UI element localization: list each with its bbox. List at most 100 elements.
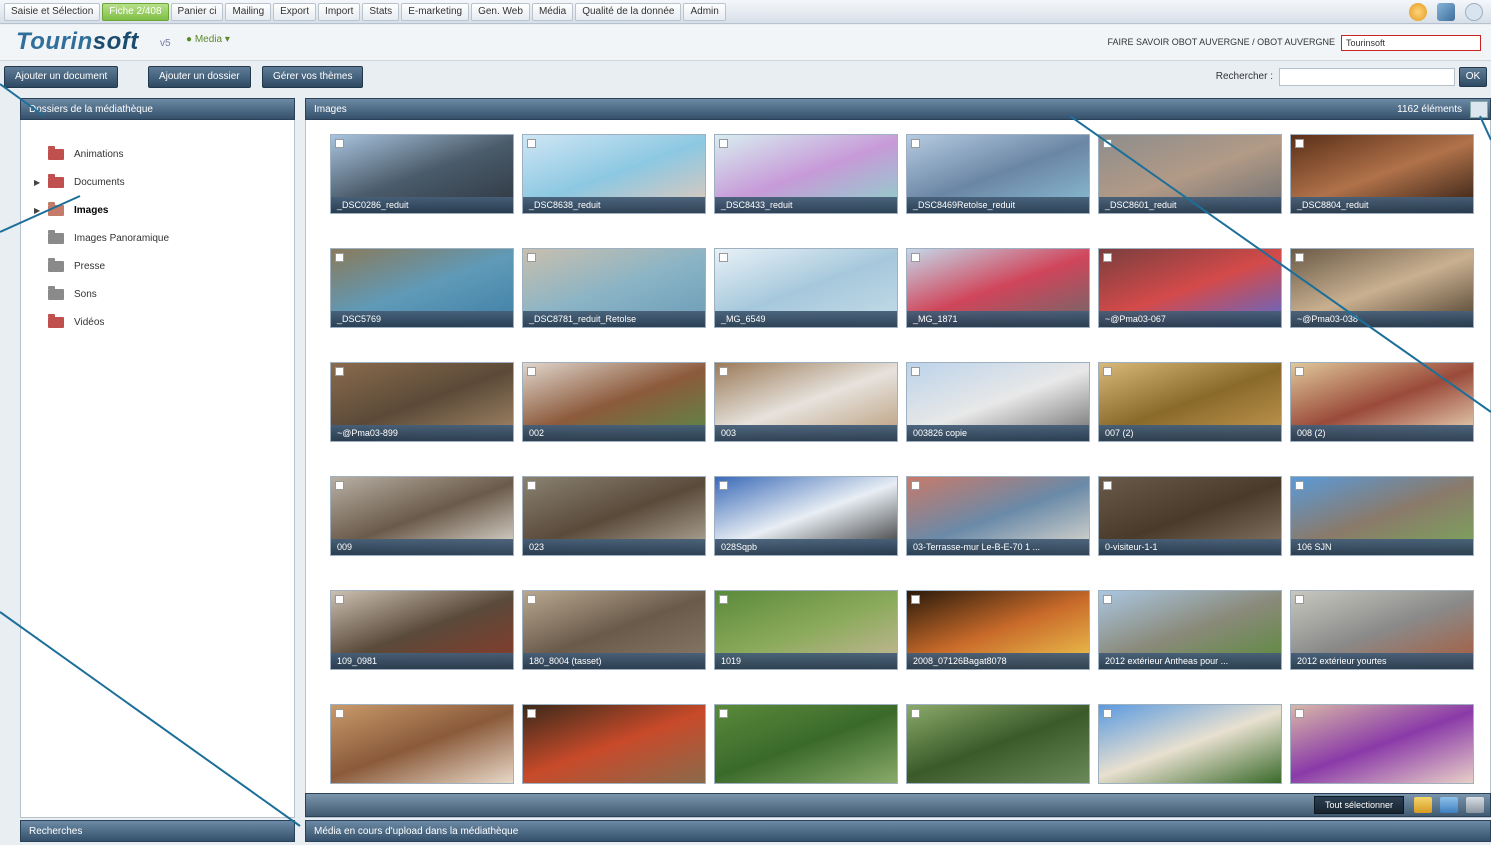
thumbnail-checkbox[interactable] xyxy=(719,367,728,376)
image-thumbnail[interactable] xyxy=(522,704,706,784)
image-thumbnail[interactable]: 2008_07126Bagat8078 xyxy=(906,590,1090,670)
thumbnail-checkbox[interactable] xyxy=(1295,481,1304,490)
notification-icon[interactable] xyxy=(1409,3,1427,21)
move-folder-icon[interactable] xyxy=(1414,797,1432,813)
folder-item[interactable]: Animations xyxy=(48,140,169,168)
image-thumbnail[interactable]: 106 SJN xyxy=(1290,476,1474,556)
thumbnail-checkbox[interactable] xyxy=(911,367,920,376)
thumbnail-checkbox[interactable] xyxy=(719,253,728,262)
image-thumbnail[interactable]: _DSC8638_reduit xyxy=(522,134,706,214)
thumbnail-checkbox[interactable] xyxy=(1295,595,1304,604)
image-thumbnail[interactable]: _DSC5769 xyxy=(330,248,514,328)
context-select[interactable]: Tourinsoft xyxy=(1341,35,1481,51)
thumbnail-checkbox[interactable] xyxy=(1103,367,1112,376)
thumbnail-checkbox[interactable] xyxy=(911,709,920,718)
thumbnail-checkbox[interactable] xyxy=(911,253,920,262)
thumbnail-checkbox[interactable] xyxy=(1103,253,1112,262)
add-folder-button[interactable]: Ajouter un dossier xyxy=(148,66,251,88)
thumbnail-checkbox[interactable] xyxy=(335,367,344,376)
menu-item[interactable]: Fiche 2/408 xyxy=(102,2,169,21)
upload-section-header[interactable]: Média en cours d'upload dans la médiathè… xyxy=(305,820,1491,842)
menu-item[interactable]: Mailing xyxy=(225,2,272,21)
image-thumbnail[interactable]: 109_0981 xyxy=(330,590,514,670)
image-thumbnail[interactable]: _MG_1871 xyxy=(906,248,1090,328)
image-thumbnail[interactable]: _DSC0286_reduit xyxy=(330,134,514,214)
image-thumbnail[interactable]: 009 xyxy=(330,476,514,556)
thumbnail-checkbox[interactable] xyxy=(719,481,728,490)
thumbnail-checkbox[interactable] xyxy=(719,139,728,148)
image-thumbnail[interactable]: 0-visiteur-1-1 xyxy=(1098,476,1282,556)
tools-icon[interactable] xyxy=(1437,3,1455,21)
thumbnail-checkbox[interactable] xyxy=(1103,481,1112,490)
image-thumbnail[interactable] xyxy=(1098,704,1282,784)
expand-arrow-icon[interactable]: ▶ xyxy=(34,178,40,187)
menu-item[interactable]: Gen. Web xyxy=(471,2,530,21)
image-thumbnail[interactable]: 180_8004 (tasset) xyxy=(522,590,706,670)
thumbnail-checkbox[interactable] xyxy=(911,481,920,490)
thumbnail-checkbox[interactable] xyxy=(335,709,344,718)
select-all-button[interactable]: Tout sélectionner xyxy=(1313,796,1404,814)
menu-item[interactable]: Stats xyxy=(362,2,400,21)
image-thumbnail[interactable]: ~@Pma03-067 xyxy=(1098,248,1282,328)
image-thumbnail[interactable]: ~@Pma03-899 xyxy=(330,362,514,442)
search-section-header[interactable]: Recherches xyxy=(20,820,295,842)
image-thumbnail[interactable] xyxy=(714,704,898,784)
thumbnail-checkbox[interactable] xyxy=(1103,595,1112,604)
download-icon[interactable] xyxy=(1440,797,1458,813)
thumbnail-checkbox[interactable] xyxy=(335,595,344,604)
thumbnail-checkbox[interactable] xyxy=(335,139,344,148)
image-thumbnail[interactable]: _DSC8804_reduit xyxy=(1290,134,1474,214)
add-document-button[interactable]: Ajouter un document xyxy=(4,66,119,88)
folder-item[interactable]: ▶ Images xyxy=(34,196,169,224)
image-thumbnail[interactable]: 1019 xyxy=(714,590,898,670)
view-toggle-icon[interactable] xyxy=(1470,101,1488,118)
folder-item[interactable]: ▶ Documents xyxy=(34,168,169,196)
menu-item[interactable]: Admin xyxy=(683,2,726,21)
media-home-link[interactable]: ● Media ▾ xyxy=(186,34,230,45)
thumbnail-checkbox[interactable] xyxy=(1295,367,1304,376)
thumbnail-checkbox[interactable] xyxy=(1295,139,1304,148)
image-thumbnail[interactable]: 03-Terrasse-mur Le-B-E-70 1 ... xyxy=(906,476,1090,556)
image-thumbnail[interactable]: 2012 extérieur Antheas pour ... xyxy=(1098,590,1282,670)
image-thumbnail[interactable]: _DSC8433_reduit xyxy=(714,134,898,214)
thumbnail-checkbox[interactable] xyxy=(527,253,536,262)
expand-arrow-icon[interactable]: ▶ xyxy=(34,206,40,215)
image-thumbnail[interactable]: 007 (2) xyxy=(1098,362,1282,442)
folder-item[interactable]: Presse xyxy=(48,252,169,280)
thumbnail-checkbox[interactable] xyxy=(335,481,344,490)
image-thumbnail[interactable]: 003826 copie xyxy=(906,362,1090,442)
image-thumbnail[interactable] xyxy=(906,704,1090,784)
search-ok-button[interactable]: OK xyxy=(1459,67,1487,87)
thumbnail-checkbox[interactable] xyxy=(719,709,728,718)
thumbnail-checkbox[interactable] xyxy=(911,139,920,148)
image-thumbnail[interactable]: 008 (2) xyxy=(1290,362,1474,442)
image-thumbnail[interactable]: _MG_6549 xyxy=(714,248,898,328)
menu-item[interactable]: Export xyxy=(273,2,317,21)
thumbnail-checkbox[interactable] xyxy=(1103,709,1112,718)
menu-item[interactable]: Import xyxy=(318,2,361,21)
thumbnail-checkbox[interactable] xyxy=(719,595,728,604)
thumbnail-checkbox[interactable] xyxy=(527,709,536,718)
image-thumbnail[interactable]: _DSC8469Retolse_reduit xyxy=(906,134,1090,214)
image-thumbnail[interactable]: ~@Pma03-038 xyxy=(1290,248,1474,328)
thumbnail-checkbox[interactable] xyxy=(527,481,536,490)
image-thumbnail[interactable] xyxy=(330,704,514,784)
folder-item[interactable]: Images Panoramique xyxy=(48,224,169,252)
image-thumbnail[interactable]: _DSC8601_reduit xyxy=(1098,134,1282,214)
thumbnail-checkbox[interactable] xyxy=(911,595,920,604)
image-thumbnail[interactable]: 028Sqpb xyxy=(714,476,898,556)
thumbnail-checkbox[interactable] xyxy=(527,595,536,604)
thumbnail-checkbox[interactable] xyxy=(335,253,344,262)
thumbnail-checkbox[interactable] xyxy=(1295,253,1304,262)
thumbnail-checkbox[interactable] xyxy=(1103,139,1112,148)
image-thumbnail[interactable]: 2012 extérieur yourtes xyxy=(1290,590,1474,670)
image-thumbnail[interactable]: _DSC8781_reduit_Retolse xyxy=(522,248,706,328)
menu-item[interactable]: Média xyxy=(531,2,574,21)
manage-themes-button[interactable]: Gérer vos thèmes xyxy=(262,66,364,88)
thumbnail-checkbox[interactable] xyxy=(527,139,536,148)
menu-item[interactable]: Qualité de la donnée xyxy=(575,2,682,21)
thumbnail-checkbox[interactable] xyxy=(1295,709,1304,718)
image-thumbnail[interactable] xyxy=(1290,704,1474,784)
folder-item[interactable]: Sons xyxy=(48,280,169,308)
image-thumbnail[interactable]: 023 xyxy=(522,476,706,556)
